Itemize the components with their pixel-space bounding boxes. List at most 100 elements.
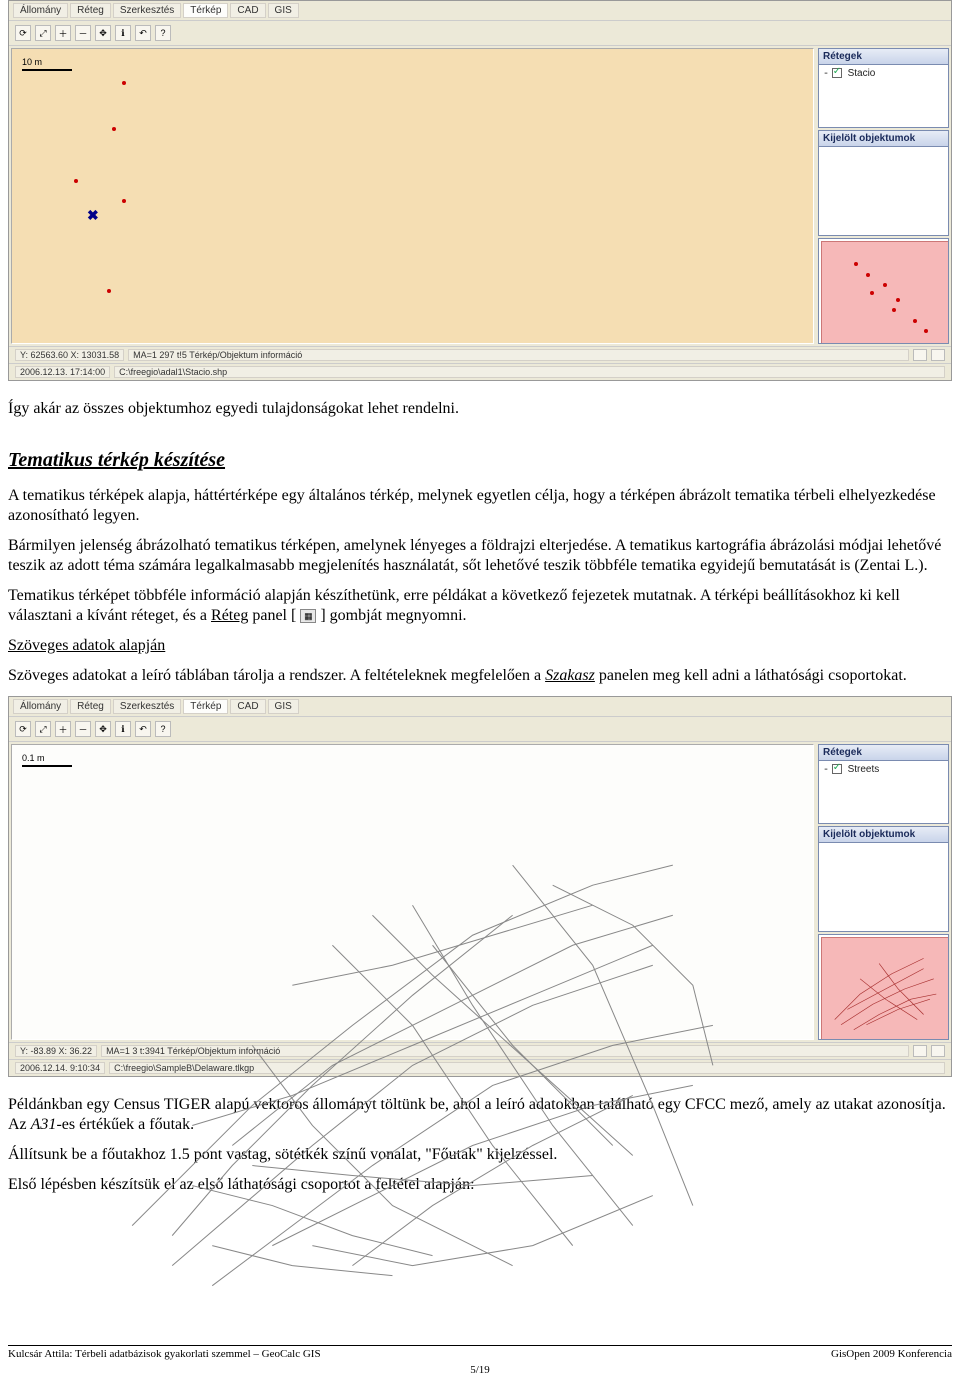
- map-point: [112, 127, 116, 131]
- tool-help-icon[interactable]: ?: [155, 25, 171, 41]
- tool-zoomin-icon[interactable]: ＋: [55, 721, 71, 737]
- status-icon-2[interactable]: [931, 349, 945, 361]
- menu-gis[interactable]: GIS: [268, 699, 299, 714]
- menubar: Állomány Réteg Szerkesztés Térkép CAD GI…: [9, 697, 951, 717]
- minimap-extent[interactable]: [821, 937, 948, 1039]
- menu-terkep[interactable]: Térkép: [183, 3, 228, 18]
- preview-panel: [818, 934, 949, 1040]
- selected-objects-panel: Kijelölt objektumok: [818, 130, 949, 236]
- preview-body: [819, 239, 948, 343]
- layer-properties-icon[interactable]: ▦: [300, 609, 316, 623]
- document-body: Így akár az összes objektumhoz egyedi tu…: [8, 399, 952, 686]
- page-footer: Kulcsár Attila: Térbeli adatbázisok gyak…: [8, 1345, 952, 1360]
- tool-zoomfit-icon[interactable]: ⤢: [35, 721, 51, 737]
- status-filepath: C:\freegio\adal1\Stacio.shp: [114, 366, 945, 378]
- tool-refresh-icon[interactable]: ⟳: [15, 25, 31, 41]
- map-point: [122, 199, 126, 203]
- menu-gis[interactable]: GIS: [268, 3, 299, 18]
- tree-collapse-icon[interactable]: -: [823, 765, 829, 776]
- map-viewport[interactable]: 0.1 m: [11, 744, 814, 1040]
- footer-left: Kulcsár Attila: Térbeli adatbázisok gyak…: [8, 1348, 321, 1360]
- tool-pan-icon[interactable]: ✥: [95, 25, 111, 41]
- menu-allomany[interactable]: Állomány: [13, 699, 68, 714]
- tool-undo-icon[interactable]: ↶: [135, 25, 151, 41]
- menu-allomany[interactable]: Állomány: [13, 3, 68, 18]
- paragraph: Tematikus térképet többféle információ a…: [8, 586, 952, 626]
- tool-zoomout-icon[interactable]: －: [75, 25, 91, 41]
- map-point: [107, 289, 111, 293]
- section-heading: Tematikus térkép készítése: [8, 449, 952, 472]
- paragraph: A tematikus térképek alapja, háttértérké…: [8, 486, 952, 526]
- selected-panel-title: Kijelölt objektumok: [819, 131, 948, 147]
- tool-zoomfit-icon[interactable]: ⤢: [35, 25, 51, 41]
- page-number: 5/19: [470, 1364, 490, 1376]
- layers-panel-body: - Streets: [819, 761, 948, 823]
- selection-marker-icon: ✖: [87, 207, 99, 224]
- selected-panel-body: [819, 843, 948, 931]
- side-panels: Rétegek - Stacio Kijelölt objektumok: [816, 46, 951, 346]
- map-canvas: [12, 745, 813, 1039]
- tool-info-icon[interactable]: ℹ: [115, 721, 131, 737]
- side-panels: Rétegek - Streets Kijelölt objektumok: [816, 742, 951, 1042]
- layer-name: Streets: [848, 764, 880, 775]
- toolbar: ⟳ ⤢ ＋ － ✥ ℹ ↶ ?: [9, 21, 951, 46]
- layer-visibility-checkbox[interactable]: [832, 68, 842, 78]
- tool-zoomout-icon[interactable]: －: [75, 721, 91, 737]
- layers-panel-title: Rétegek: [819, 745, 948, 761]
- tool-pan-icon[interactable]: ✥: [95, 721, 111, 737]
- tool-zoomin-icon[interactable]: ＋: [55, 25, 71, 41]
- layer-name: Stacio: [848, 68, 876, 79]
- gis-app-window-1: Állomány Réteg Szerkesztés Térkép CAD GI…: [8, 0, 952, 381]
- map-viewport[interactable]: 10 m ✖: [11, 48, 814, 344]
- toolbar: ⟳ ⤢ ＋ － ✥ ℹ ↶ ?: [9, 717, 951, 742]
- menu-szerkesztes[interactable]: Szerkesztés: [113, 3, 181, 18]
- menu-cad[interactable]: CAD: [230, 699, 265, 714]
- menu-szerkesztes[interactable]: Szerkesztés: [113, 699, 181, 714]
- selected-panel-title: Kijelölt objektumok: [819, 827, 948, 843]
- tool-undo-icon[interactable]: ↶: [135, 721, 151, 737]
- selected-panel-body: [819, 147, 948, 235]
- menu-reteg[interactable]: Réteg: [70, 699, 111, 714]
- menu-terkep[interactable]: Térkép: [183, 699, 228, 714]
- map-point: [74, 179, 78, 183]
- paragraph: Így akár az összes objektumhoz egyedi tu…: [8, 399, 952, 419]
- subsection-heading: Szöveges adatok alapján: [8, 636, 952, 656]
- tree-collapse-icon[interactable]: -: [823, 69, 829, 80]
- map-point: [122, 81, 126, 85]
- preview-panel: [818, 238, 949, 344]
- layer-visibility-checkbox[interactable]: [832, 764, 842, 774]
- status-timestamp: 2006.12.13. 17:14:00: [15, 366, 110, 378]
- status-icon-2[interactable]: [931, 1045, 945, 1057]
- layers-panel-body: - Stacio: [819, 65, 948, 127]
- statusbar-2: 2006.12.13. 17:14:00 C:\freegio\adal1\St…: [9, 363, 951, 380]
- selected-objects-panel: Kijelölt objektumok: [818, 826, 949, 932]
- link-szakasz: Szakasz: [545, 667, 595, 684]
- scale-bar: 10 m: [22, 57, 72, 71]
- link-reteg: Réteg: [211, 607, 248, 624]
- gis-app-window-2: Állomány Réteg Szerkesztés Térkép CAD GI…: [8, 696, 952, 1077]
- paragraph: Szöveges adatokat a leíró táblában tárol…: [8, 666, 952, 686]
- layer-row[interactable]: - Streets: [823, 764, 944, 776]
- layers-panel: Rétegek - Stacio: [818, 48, 949, 128]
- scale-bar: 0.1 m: [22, 753, 72, 767]
- tool-refresh-icon[interactable]: ⟳: [15, 721, 31, 737]
- layer-row[interactable]: - Stacio: [823, 68, 944, 80]
- streets-layer: [12, 745, 813, 1346]
- layers-panel: Rétegek - Streets: [818, 744, 949, 824]
- tool-help-icon[interactable]: ?: [155, 721, 171, 737]
- tool-info-icon[interactable]: ℹ: [115, 25, 131, 41]
- status-info: MA=1 297 t!5 Térkép/Objektum információ: [128, 349, 909, 361]
- scale-label: 0.1 m: [22, 753, 45, 763]
- footer-right: GisOpen 2009 Konferencia: [831, 1348, 952, 1360]
- status-icon-1[interactable]: [913, 1045, 927, 1057]
- paragraph: Bármilyen jelenség ábrázolható tematikus…: [8, 536, 952, 576]
- scale-label: 10 m: [22, 57, 42, 67]
- map-canvas: [12, 49, 813, 343]
- preview-body: [819, 935, 948, 1039]
- status-icon-1[interactable]: [913, 349, 927, 361]
- menu-reteg[interactable]: Réteg: [70, 3, 111, 18]
- layers-panel-title: Rétegek: [819, 49, 948, 65]
- minimap-extent[interactable]: [821, 241, 948, 343]
- status-coords: Y: 62563.60 X: 13031.58: [15, 349, 124, 361]
- menu-cad[interactable]: CAD: [230, 3, 265, 18]
